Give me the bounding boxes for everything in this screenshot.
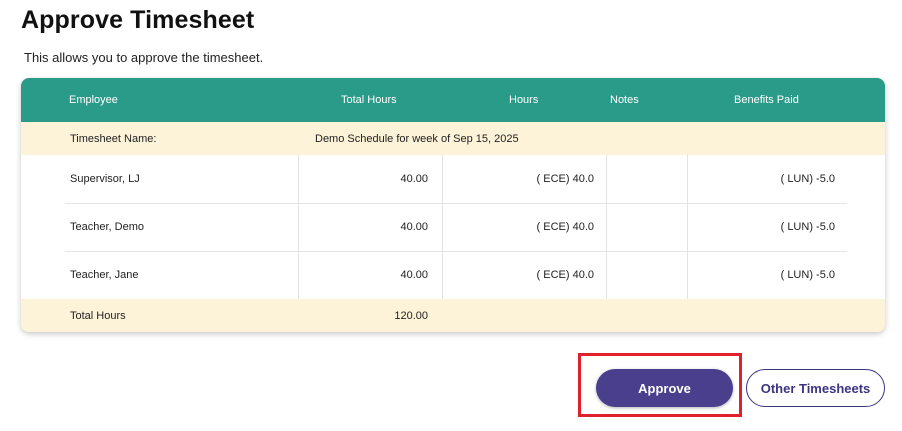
total-hours-label: Total Hours — [70, 310, 126, 322]
header-employee: Employee — [69, 94, 118, 106]
benefits-paid-cell: ( LUN) -5.0 — [780, 173, 835, 185]
table-body: Supervisor, LJ 40.00 ( ECE) 40.0 ( LUN) … — [21, 155, 885, 299]
total-hours-value: 120.00 — [394, 310, 428, 322]
page-subtitle: This allows you to approve the timesheet… — [24, 50, 264, 65]
header-notes: Notes — [610, 94, 639, 106]
total-hours-cell: 40.00 — [400, 221, 428, 233]
hours-cell: ( ECE) 40.0 — [536, 269, 594, 281]
total-hours-cell: 40.00 — [400, 173, 428, 185]
table-row: Teacher, Demo 40.00 ( ECE) 40.0 ( LUN) -… — [65, 203, 847, 252]
total-hours-row: Total Hours 120.00 — [21, 299, 885, 332]
page-title: Approve Timesheet — [21, 6, 255, 34]
total-hours-cell: 40.00 — [400, 269, 428, 281]
benefits-paid-cell: ( LUN) -5.0 — [780, 221, 835, 233]
table-row: Supervisor, LJ 40.00 ( ECE) 40.0 ( LUN) … — [65, 155, 847, 204]
timesheet-name-label: Timesheet Name: — [70, 133, 157, 145]
hours-cell: ( ECE) 40.0 — [536, 173, 594, 185]
other-timesheets-button[interactable]: Other Timesheets — [746, 369, 885, 407]
hours-cell: ( ECE) 40.0 — [536, 221, 594, 233]
approve-button[interactable]: Approve — [596, 369, 733, 407]
employee-name: Teacher, Jane — [70, 269, 139, 281]
header-hours: Hours — [509, 94, 539, 106]
column-divider — [606, 203, 607, 251]
employee-name: Supervisor, LJ — [70, 173, 140, 185]
employee-name: Teacher, Demo — [70, 221, 144, 233]
timesheet-name-row: Timesheet Name: Demo Schedule for week o… — [21, 122, 885, 155]
column-divider — [606, 251, 607, 299]
timesheet-name-value: Demo Schedule for week of Sep 15, 2025 — [315, 133, 519, 145]
timesheet-table: Employee Total Hours Hours Notes Benefit… — [21, 78, 885, 332]
header-benefits-paid: Benefits Paid — [734, 94, 799, 106]
benefits-paid-cell: ( LUN) -5.0 — [780, 269, 835, 281]
column-divider — [606, 155, 607, 203]
table-row: Teacher, Jane 40.00 ( ECE) 40.0 ( LUN) -… — [65, 251, 847, 299]
table-header: Employee Total Hours Hours Notes Benefit… — [21, 78, 885, 122]
header-total-hours: Total Hours — [341, 94, 397, 106]
